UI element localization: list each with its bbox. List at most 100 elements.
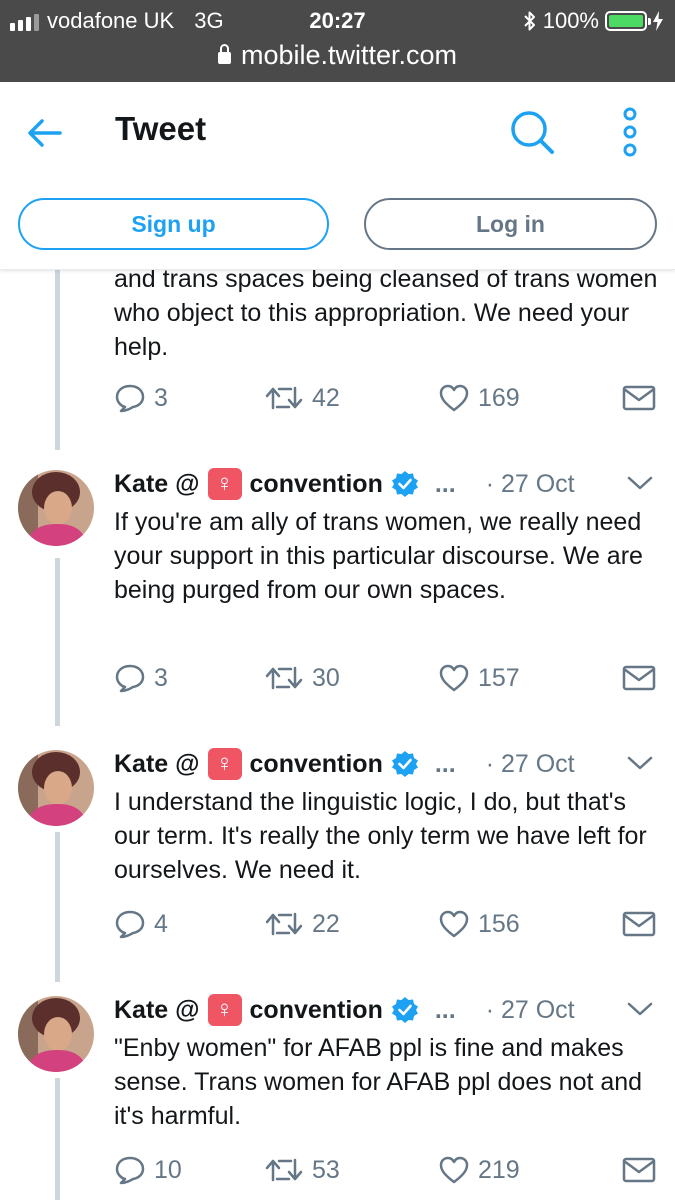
retweet-icon xyxy=(265,666,303,690)
author-name-prefix[interactable]: Kate @ xyxy=(114,470,200,499)
tweet-date[interactable]: · 27 Oct xyxy=(486,996,575,1025)
like-icon xyxy=(439,1156,469,1184)
chevron-down-icon[interactable] xyxy=(626,753,654,773)
avatar[interactable] xyxy=(18,996,94,1072)
reply-count: 10 xyxy=(154,1155,182,1184)
chevron-down-icon[interactable] xyxy=(626,999,654,1019)
tweet-text: If you're am ally of trans women, we rea… xyxy=(114,508,643,604)
venus-icon: ♀ xyxy=(207,994,242,1026)
retweet-count: 42 xyxy=(312,383,340,412)
verified-icon xyxy=(391,751,418,777)
verified-icon xyxy=(391,997,418,1023)
like-button[interactable]: 219 xyxy=(438,1150,520,1190)
tweet-date[interactable]: · 27 Oct xyxy=(486,470,575,499)
message-button[interactable] xyxy=(622,904,656,944)
tweet-text: "Enby women" for AFAB ppl is fine and ma… xyxy=(114,1034,643,1130)
name-truncation: ... xyxy=(434,469,456,498)
like-count: 157 xyxy=(478,663,520,692)
reply-icon xyxy=(115,384,145,413)
like-button[interactable]: 156 xyxy=(438,904,520,944)
reply-button[interactable]: 3 xyxy=(114,658,168,698)
venus-icon: ♀ xyxy=(207,748,242,780)
author-name-prefix[interactable]: Kate @ xyxy=(114,996,200,1025)
like-button[interactable]: 157 xyxy=(438,658,520,698)
chevron-down-icon[interactable] xyxy=(626,473,654,493)
message-icon xyxy=(622,1157,656,1183)
retweet-count: 53 xyxy=(312,1155,340,1184)
reply-icon xyxy=(115,664,145,693)
reply-button[interactable]: 4 xyxy=(114,904,168,944)
retweet-button[interactable]: 30 xyxy=(264,658,340,698)
retweet-icon xyxy=(265,386,303,410)
message-button[interactable] xyxy=(622,1150,656,1190)
thread-connector xyxy=(55,832,60,982)
tweet-actions: 10 53 219 xyxy=(114,1150,659,1190)
like-button[interactable]: 169 xyxy=(438,378,520,418)
status-bar: vodafone UK 3G 20:27 100% mobile.twitter… xyxy=(0,0,675,82)
tweet-text: I understand the linguistic logic, I do,… xyxy=(114,788,647,884)
auth-bar: Sign up Log in xyxy=(0,182,675,270)
retweet-icon xyxy=(265,912,303,936)
tweet-date[interactable]: · 27 Oct xyxy=(486,750,575,779)
tweet-text: and trans spaces being cleansed of trans… xyxy=(114,270,658,361)
reply-button[interactable]: 3 xyxy=(114,378,168,418)
reply-count: 3 xyxy=(154,663,168,692)
sign-up-button[interactable]: Sign up xyxy=(18,198,329,250)
retweet-icon xyxy=(265,1158,303,1182)
url-text: mobile.twitter.com xyxy=(240,39,458,70)
message-icon xyxy=(622,911,656,937)
tweet-actions: 3 42 169 xyxy=(114,378,659,418)
reply-count: 4 xyxy=(154,909,168,938)
name-truncation: ... xyxy=(434,749,456,778)
avatar[interactable] xyxy=(18,470,94,546)
charging-icon xyxy=(653,11,663,31)
page-header: Tweet xyxy=(0,82,675,182)
message-icon xyxy=(622,665,656,691)
battery-percent: 100% xyxy=(542,8,599,33)
avatar[interactable] xyxy=(18,750,94,826)
like-count: 169 xyxy=(478,383,520,412)
thread-connector xyxy=(55,270,60,450)
author-name-suffix[interactable]: convention xyxy=(250,750,383,779)
name-truncation: ... xyxy=(434,995,456,1024)
tweet-header: Kate @ ♀ convention ... · 27 Oct xyxy=(114,993,575,1027)
battery-icon xyxy=(605,11,651,31)
more-icon[interactable] xyxy=(612,104,648,160)
retweet-button[interactable]: 53 xyxy=(264,1150,340,1190)
reply-icon xyxy=(115,1156,145,1185)
retweet-button[interactable]: 22 xyxy=(264,904,340,944)
tweet-header: Kate @ ♀ convention ... · 27 Oct xyxy=(114,467,575,501)
verified-icon xyxy=(391,471,418,497)
like-icon xyxy=(439,664,469,692)
message-icon xyxy=(622,385,656,411)
thread-connector xyxy=(55,558,60,726)
message-button[interactable] xyxy=(622,378,656,418)
reply-button[interactable]: 10 xyxy=(114,1150,182,1190)
author-name-prefix[interactable]: Kate @ xyxy=(114,750,200,779)
page-title: Tweet xyxy=(115,110,207,147)
tweet-actions: 4 22 156 xyxy=(114,904,659,944)
search-icon[interactable] xyxy=(506,106,558,158)
tweet-thread: and trans spaces being cleansed of trans… xyxy=(0,270,675,1200)
bluetooth-icon xyxy=(524,11,535,31)
thread-connector xyxy=(55,1078,60,1200)
author-name-suffix[interactable]: convention xyxy=(250,996,383,1025)
retweet-count: 22 xyxy=(312,909,340,938)
retweet-count: 30 xyxy=(312,663,340,692)
log-in-button[interactable]: Log in xyxy=(364,198,657,250)
like-icon xyxy=(439,910,469,938)
like-icon xyxy=(439,384,469,412)
tweet-actions: 3 30 157 xyxy=(114,658,659,698)
back-arrow-icon[interactable] xyxy=(22,110,68,156)
venus-icon: ♀ xyxy=(207,468,242,500)
reply-icon xyxy=(115,910,145,939)
message-button[interactable] xyxy=(622,658,656,698)
reply-count: 3 xyxy=(154,383,168,412)
like-count: 156 xyxy=(478,909,520,938)
retweet-button[interactable]: 42 xyxy=(264,378,340,418)
like-count: 219 xyxy=(478,1155,520,1184)
address-bar[interactable]: mobile.twitter.com xyxy=(0,38,675,72)
tweet-header: Kate @ ♀ convention ... · 27 Oct xyxy=(114,747,575,781)
author-name-suffix[interactable]: convention xyxy=(250,470,383,499)
lock-icon xyxy=(217,44,231,64)
